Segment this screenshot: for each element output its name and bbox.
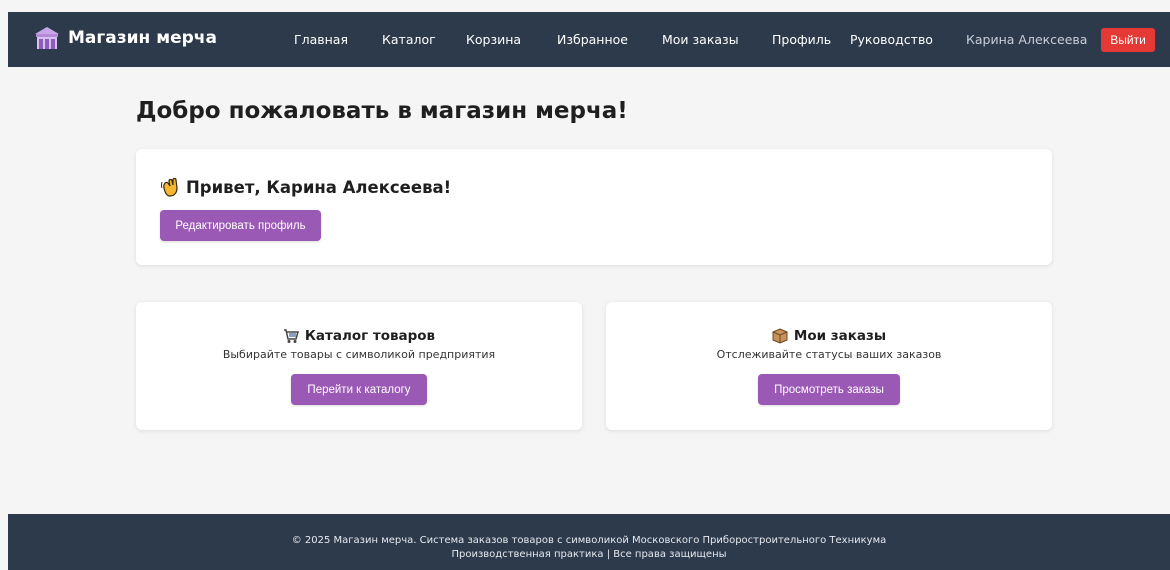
nav-profile[interactable]: Профиль [772,32,831,47]
edit-profile-button[interactable]: Редактировать профиль [160,210,321,241]
footer-copyright: © 2025 Магазин мерча. Система заказов то… [291,535,887,546]
nav-cart[interactable]: Корзина [466,32,521,47]
greeting-text: Привет, Карина Алексеева! [186,177,452,197]
nav-catalog[interactable]: Каталог [382,32,436,47]
shopping-cart-icon [283,328,299,344]
nav-home[interactable]: Главная [294,32,348,47]
nav-guide[interactable]: Руководство [850,32,933,47]
app-frame: Магазин мерча Главная Каталог Корзина Из… [8,12,1170,570]
current-user-name: Карина Алексеева [966,32,1088,47]
orders-description: Отслеживайте статусы ваших заказов [716,348,942,361]
orders-title-text: Мои заказы [793,328,887,344]
footer: © 2025 Магазин мерча. Система заказов то… [8,514,1170,570]
orders-card: Мои заказы Отслеживайте статусы ваших за… [606,302,1052,430]
nav-my-orders[interactable]: Мои заказы [662,32,739,47]
logout-button[interactable]: Выйти [1101,28,1155,52]
navbar: Магазин мерча Главная Каталог Корзина Из… [8,12,1170,67]
catalog-card: Каталог товаров Выбирайте товары с симво… [136,302,582,430]
nav-favorites[interactable]: Избранное [557,32,628,47]
greeting: Привет, Карина Алексеева! [160,177,451,197]
catalog-card-title: Каталог товаров [136,328,582,344]
catalog-description: Выбирайте товары с символикой предприяти… [222,348,496,361]
view-orders-button[interactable]: Просмотреть заказы [758,374,900,405]
store-icon [34,26,60,50]
brand-link[interactable]: Магазин мерча [34,26,217,50]
go-to-catalog-button[interactable]: Перейти к каталогу [291,374,427,405]
waving-hand-icon [160,177,180,197]
package-icon [772,328,788,344]
welcome-card: Привет, Карина Алексеева! Редактировать … [136,149,1052,265]
page-title: Добро пожаловать в магазин мерча! [136,98,628,124]
catalog-title-text: Каталог товаров [304,328,436,344]
brand-title: Магазин мерча [68,28,217,48]
orders-card-title: Мои заказы [606,328,1052,344]
footer-subtitle: Производственная практика | Все права за… [451,549,727,560]
